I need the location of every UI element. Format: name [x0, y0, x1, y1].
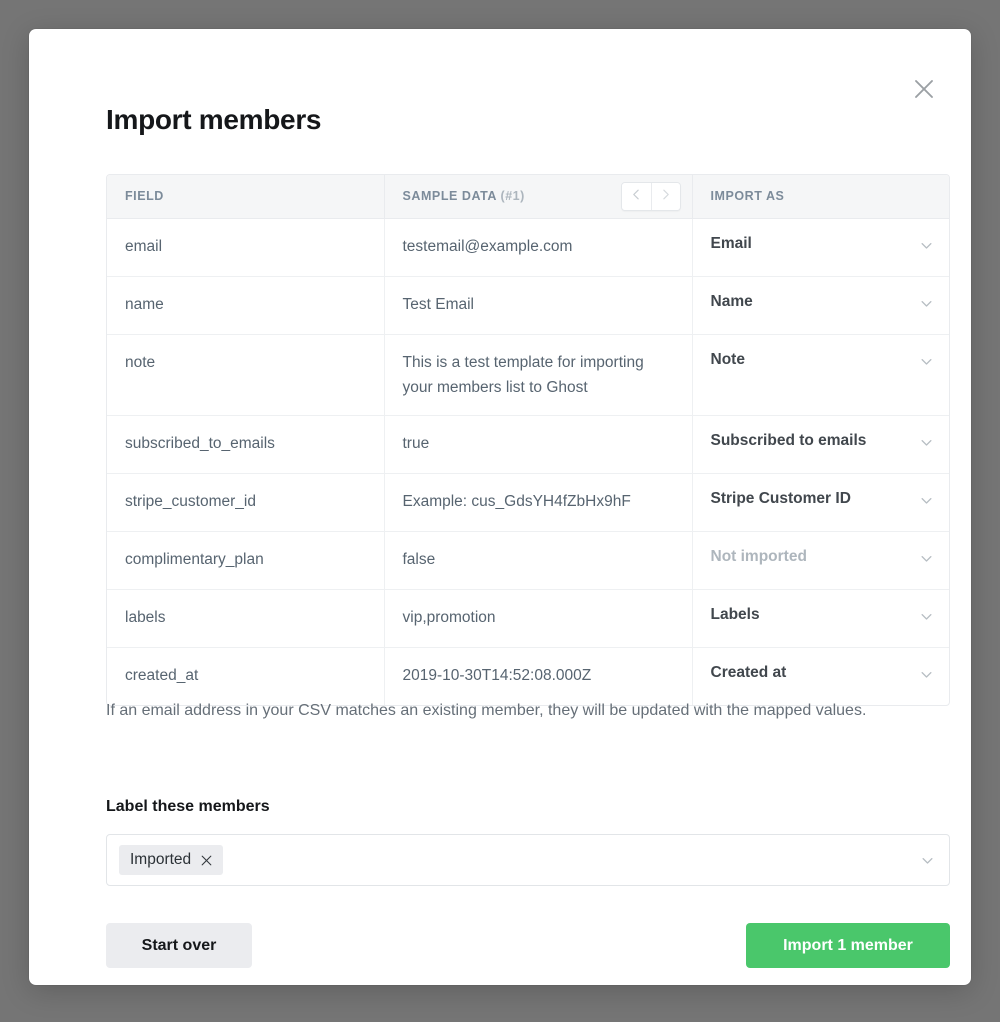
helper-text: If an email address in your CSV matches … — [106, 702, 867, 719]
sample-data-index: (#1) — [500, 189, 525, 204]
import-as-select[interactable]: Labels — [693, 590, 950, 647]
import-as-select[interactable]: Not imported — [693, 532, 950, 589]
import-as-select[interactable]: Name — [693, 277, 950, 334]
sample-data-label: SAMPLE DATA (#1) — [403, 189, 525, 203]
import-as-select[interactable]: Created at — [693, 648, 950, 705]
cell-field: subscribed_to_emails — [107, 415, 385, 475]
cell-sample-data: false — [384, 531, 693, 591]
cell-import-as: Subscribed to emails — [692, 415, 950, 475]
cell-field: email — [107, 218, 385, 277]
chevron-down-icon — [919, 665, 934, 690]
chevron-down-icon — [919, 352, 934, 377]
sample-pager — [620, 181, 681, 211]
chevron-right-icon — [659, 188, 672, 204]
prev-sample-button[interactable] — [621, 182, 651, 210]
import-as-value: Not imported — [710, 548, 807, 566]
cell-import-as: Name — [692, 276, 950, 335]
table-header-row: FIELD SAMPLE DATA (#1) IMPORT AS — [107, 175, 949, 219]
cell-import-as: Labels — [692, 589, 950, 649]
chevron-down-icon — [919, 294, 934, 319]
label-token-text: Imported — [130, 851, 192, 868]
cell-sample-data: true — [384, 415, 693, 475]
label-token[interactable]: Imported — [119, 845, 224, 875]
import-as-select[interactable]: Email — [693, 219, 950, 276]
import-as-select[interactable]: Stripe Customer ID — [693, 474, 950, 531]
import-members-button[interactable]: Import 1 member — [746, 923, 950, 968]
table-row: email testemail@example.com Email — [107, 218, 950, 277]
import-as-value: Name — [710, 292, 753, 310]
import-members-modal: Import members FIELD SAMPLE DATA (#1) IM… — [29, 29, 971, 985]
close-icon — [912, 77, 936, 101]
import-as-value: Labels — [710, 606, 760, 624]
column-header-field: FIELD — [107, 175, 385, 219]
cell-field: labels — [107, 589, 385, 649]
field-mapping-table: FIELD SAMPLE DATA (#1) IMPORT AS email t… — [106, 174, 950, 707]
import-as-select[interactable]: Subscribed to emails — [693, 416, 950, 473]
labels-input[interactable]: Imported — [106, 834, 950, 886]
cell-import-as: Stripe Customer ID — [692, 473, 950, 533]
cell-field: name — [107, 276, 385, 335]
cell-sample-data: Test Email — [384, 276, 693, 335]
column-header-sample-data: SAMPLE DATA (#1) — [384, 175, 693, 219]
import-as-value: Subscribed to emails — [710, 431, 867, 449]
import-as-value: Note — [710, 350, 745, 368]
cell-sample-data: This is a test template for importing yo… — [384, 334, 693, 416]
page-title: Import members — [106, 104, 322, 135]
cell-field: stripe_customer_id — [107, 473, 385, 533]
table-row: labels vip,promotion Labels — [107, 589, 950, 649]
cell-sample-data: vip,promotion — [384, 589, 693, 649]
label-section-heading: Label these members — [106, 798, 270, 815]
table-row: complimentary_plan false Not imported — [107, 531, 950, 591]
chevron-left-icon — [630, 188, 643, 204]
chevron-down-icon — [919, 607, 934, 632]
import-as-value: Stripe Customer ID — [710, 490, 851, 508]
cell-import-as: Email — [692, 218, 950, 277]
import-as-value: Created at — [710, 664, 787, 682]
cell-field: note — [107, 334, 385, 416]
close-icon[interactable] — [200, 854, 213, 867]
start-over-button[interactable]: Start over — [106, 923, 252, 968]
chevron-down-icon — [919, 433, 934, 458]
cell-field: created_at — [107, 647, 385, 706]
cell-sample-data: testemail@example.com — [384, 218, 693, 277]
chevron-down-icon — [919, 491, 934, 516]
table-row: stripe_customer_id Example: cus_GdsYH4fZb… — [107, 473, 950, 533]
chevron-down-icon — [919, 236, 934, 261]
table-body: email testemail@example.com Email name Test … — [107, 218, 950, 706]
chevron-down-icon[interactable] — [920, 853, 935, 868]
next-sample-button[interactable] — [650, 182, 680, 210]
cell-sample-data: 2019-10-30T14:52:08.000Z — [384, 647, 693, 706]
cell-field: complimentary_plan — [107, 531, 385, 591]
import-as-value: Email — [710, 234, 752, 252]
sample-data-text: SAMPLE DATA — [402, 189, 497, 204]
table-row: created_at 2019-10-30T14:52:08.000Z Create… — [107, 647, 950, 706]
close-button[interactable] — [904, 69, 944, 109]
cell-import-as: Not imported — [692, 531, 950, 591]
column-header-import-as: IMPORT AS — [692, 175, 949, 219]
cell-sample-data: Example: cus_GdsYH4fZbHx9hF — [384, 473, 693, 533]
cell-import-as: Note — [692, 334, 950, 416]
cell-import-as: Created at — [692, 648, 950, 706]
table-row: note This is a test template for importin… — [107, 334, 950, 416]
chevron-down-icon — [919, 549, 934, 574]
table-row: name Test Email Name — [107, 276, 950, 335]
table-row: subscribed_to_emails true Subscribed to em… — [107, 415, 950, 475]
import-as-select[interactable]: Note — [693, 335, 950, 392]
